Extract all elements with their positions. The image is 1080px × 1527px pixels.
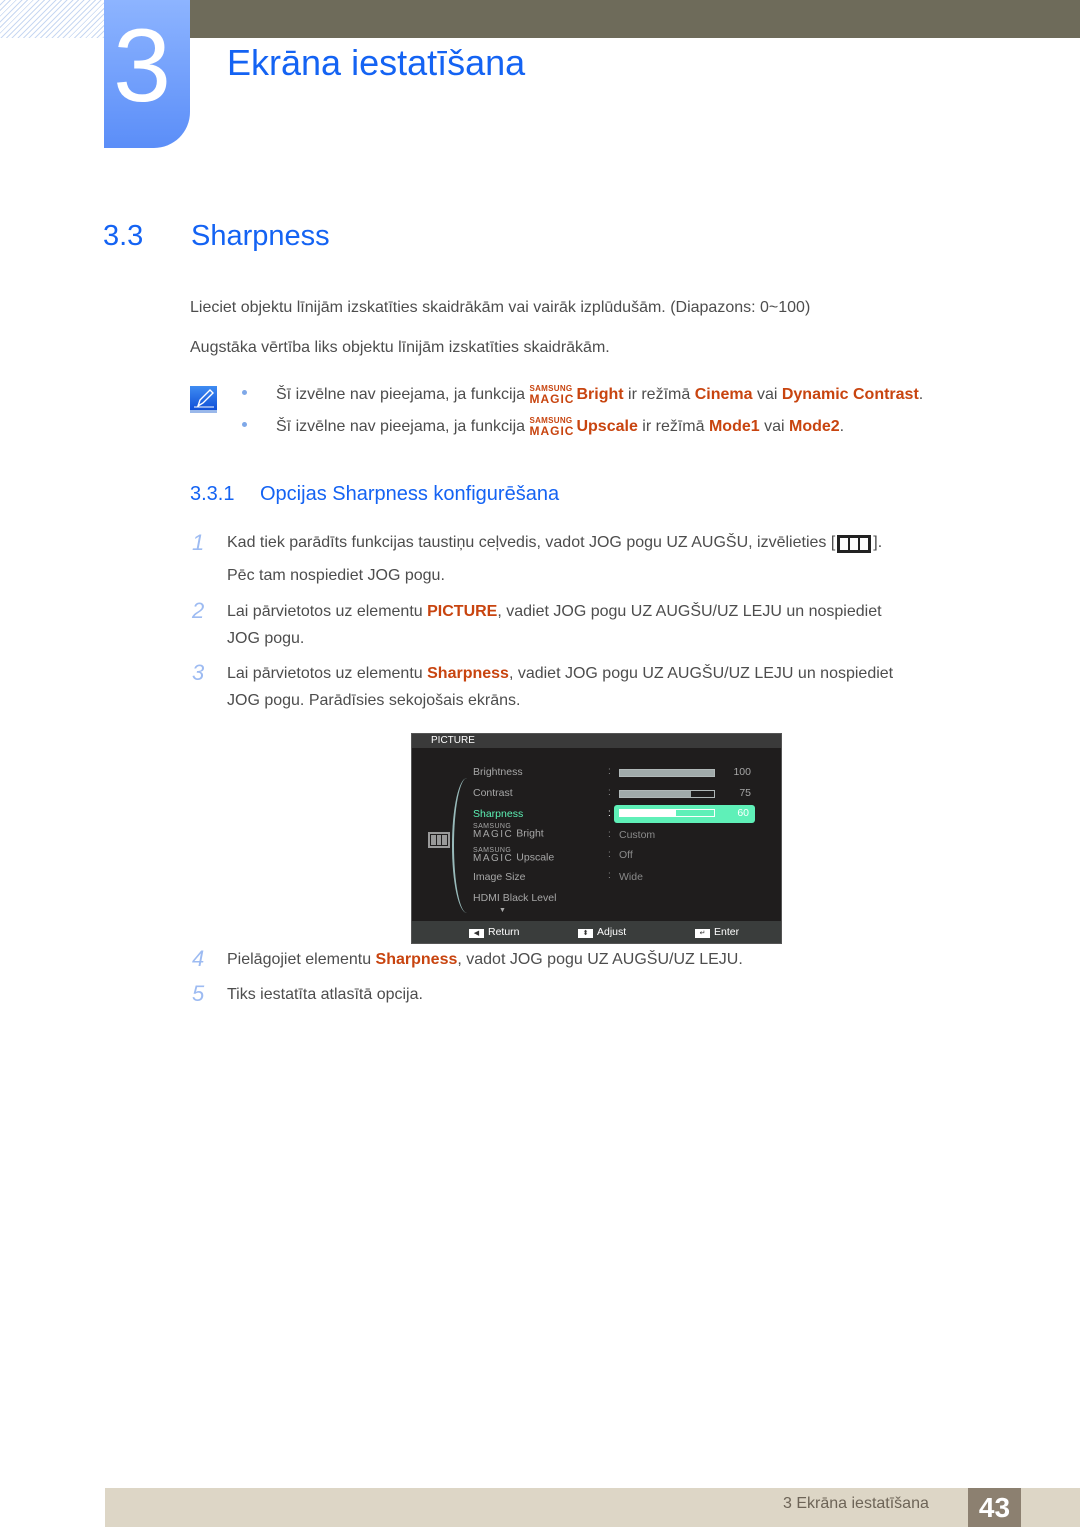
picture-menu-icon	[428, 832, 450, 848]
note-pencil-icon	[190, 386, 217, 413]
osd-title: PICTURE	[412, 734, 781, 748]
return-key-icon: ◀	[469, 929, 484, 938]
note-item: Šī izvēlne nav pieejama, ja funkcija SAM…	[242, 385, 923, 405]
bullet-icon	[242, 390, 247, 396]
osd-item-magic-bright[interactable]: SAMSUNG MAGIC Bright	[473, 823, 544, 841]
osd-item-image-size[interactable]: Image Size	[473, 871, 526, 883]
step-number: 4	[192, 946, 205, 971]
chapter-number: 3	[113, 8, 171, 124]
note-item: Šī izvēlne nav pieejama, ja funkcija SAM…	[242, 417, 844, 437]
subsection-title: Opcijas Sharpness konfigurēšana	[260, 483, 560, 505]
step-number: 1	[192, 530, 205, 555]
chapter-title: Ekrāna iestatīšana	[227, 42, 526, 83]
osd-picture-menu: PICTURE Brightness : 100 Contrast : 75 S…	[411, 733, 782, 944]
brightness-bar-fill	[620, 770, 714, 776]
step-text-continued: JOG pogu.	[227, 630, 305, 647]
enter-key-icon: ↵	[695, 929, 710, 938]
brightness-bar	[619, 769, 715, 777]
step-number: 5	[192, 981, 205, 1006]
magic-upscale-value: Off	[619, 849, 633, 861]
samsung-magic-logo: SAMSUNG MAGIC	[473, 823, 514, 841]
chapter-tab: 3	[104, 0, 190, 148]
osd-item-magic-upscale[interactable]: SAMSUNG MAGIC Upscale	[473, 847, 554, 865]
section-title: Sharpness	[191, 220, 330, 252]
contrast-value: 75	[739, 787, 751, 799]
samsung-magic-logo: SAMSUNG MAGIC	[529, 384, 575, 406]
osd-item-brightness[interactable]: Brightness	[473, 766, 523, 778]
samsung-magic-logo: SAMSUNG MAGIC	[473, 847, 514, 865]
subsection-number: 3.3.1	[190, 483, 235, 505]
sharpness-value: 60	[737, 807, 749, 819]
magic-bright-value: Custom	[619, 829, 656, 841]
osd-return-hint[interactable]: ◀ Return	[469, 926, 520, 938]
step-text: Lai pārvietotos uz elementu PICTURE, vad…	[227, 603, 882, 620]
picture-menu-icon	[837, 535, 872, 553]
step-number: 2	[192, 598, 205, 623]
osd-footer: ◀ Return ⬍ Adjust ↵ Enter	[412, 921, 781, 943]
step-text: Pielāgojiet elementu Sharpness, vadot JO…	[227, 951, 743, 968]
footer-bar	[105, 1488, 1080, 1527]
section-number: 3.3	[103, 220, 144, 252]
footer-chapter-label: 3 Ekrāna iestatīšana	[783, 1495, 929, 1512]
step-number: 3	[192, 660, 205, 685]
osd-adjust-hint[interactable]: ⬍ Adjust	[578, 926, 626, 938]
contrast-bar-fill	[620, 791, 691, 797]
osd-item-sharpness[interactable]: Sharpness	[473, 808, 523, 820]
osd-item-contrast[interactable]: Contrast	[473, 787, 513, 799]
header-hatch-pattern	[0, 0, 104, 38]
sharpness-bar-fill	[620, 810, 677, 816]
image-size-value: Wide	[619, 871, 643, 883]
sharpness-bar[interactable]	[619, 809, 715, 817]
osd-enter-hint[interactable]: ↵ Enter	[695, 926, 739, 938]
header-bar	[190, 0, 1080, 38]
bullet-icon	[242, 422, 247, 428]
step-text: Lai pārvietotos uz elementu Sharpness, v…	[227, 665, 894, 682]
page-number: 43	[968, 1488, 1021, 1527]
step-text-continued: JOG pogu. Parādīsies sekojošais ekrāns.	[227, 692, 521, 709]
step-text: Kad tiek parādīts funkcijas taustiņu ceļ…	[227, 534, 883, 553]
section-description: Lieciet objektu līnijām izskatīties skai…	[190, 299, 811, 316]
sharpness-selected-highlight[interactable]: 60	[614, 805, 755, 823]
section-description-2: Augstāka vērtība liks objektu līnijām iz…	[190, 339, 610, 356]
step-text-continued: Pēc tam nospiediet JOG pogu.	[227, 567, 445, 584]
osd-item-hdmi-black-level[interactable]: HDMI Black Level	[473, 892, 556, 904]
adjust-key-icon: ⬍	[578, 929, 593, 938]
contrast-bar	[619, 790, 715, 798]
scroll-down-icon[interactable]: ▼	[499, 907, 506, 914]
step-text: Tiks iestatīta atlasītā opcija.	[227, 986, 423, 1003]
brightness-value: 100	[733, 766, 751, 778]
samsung-magic-logo: SAMSUNG MAGIC	[529, 416, 575, 438]
